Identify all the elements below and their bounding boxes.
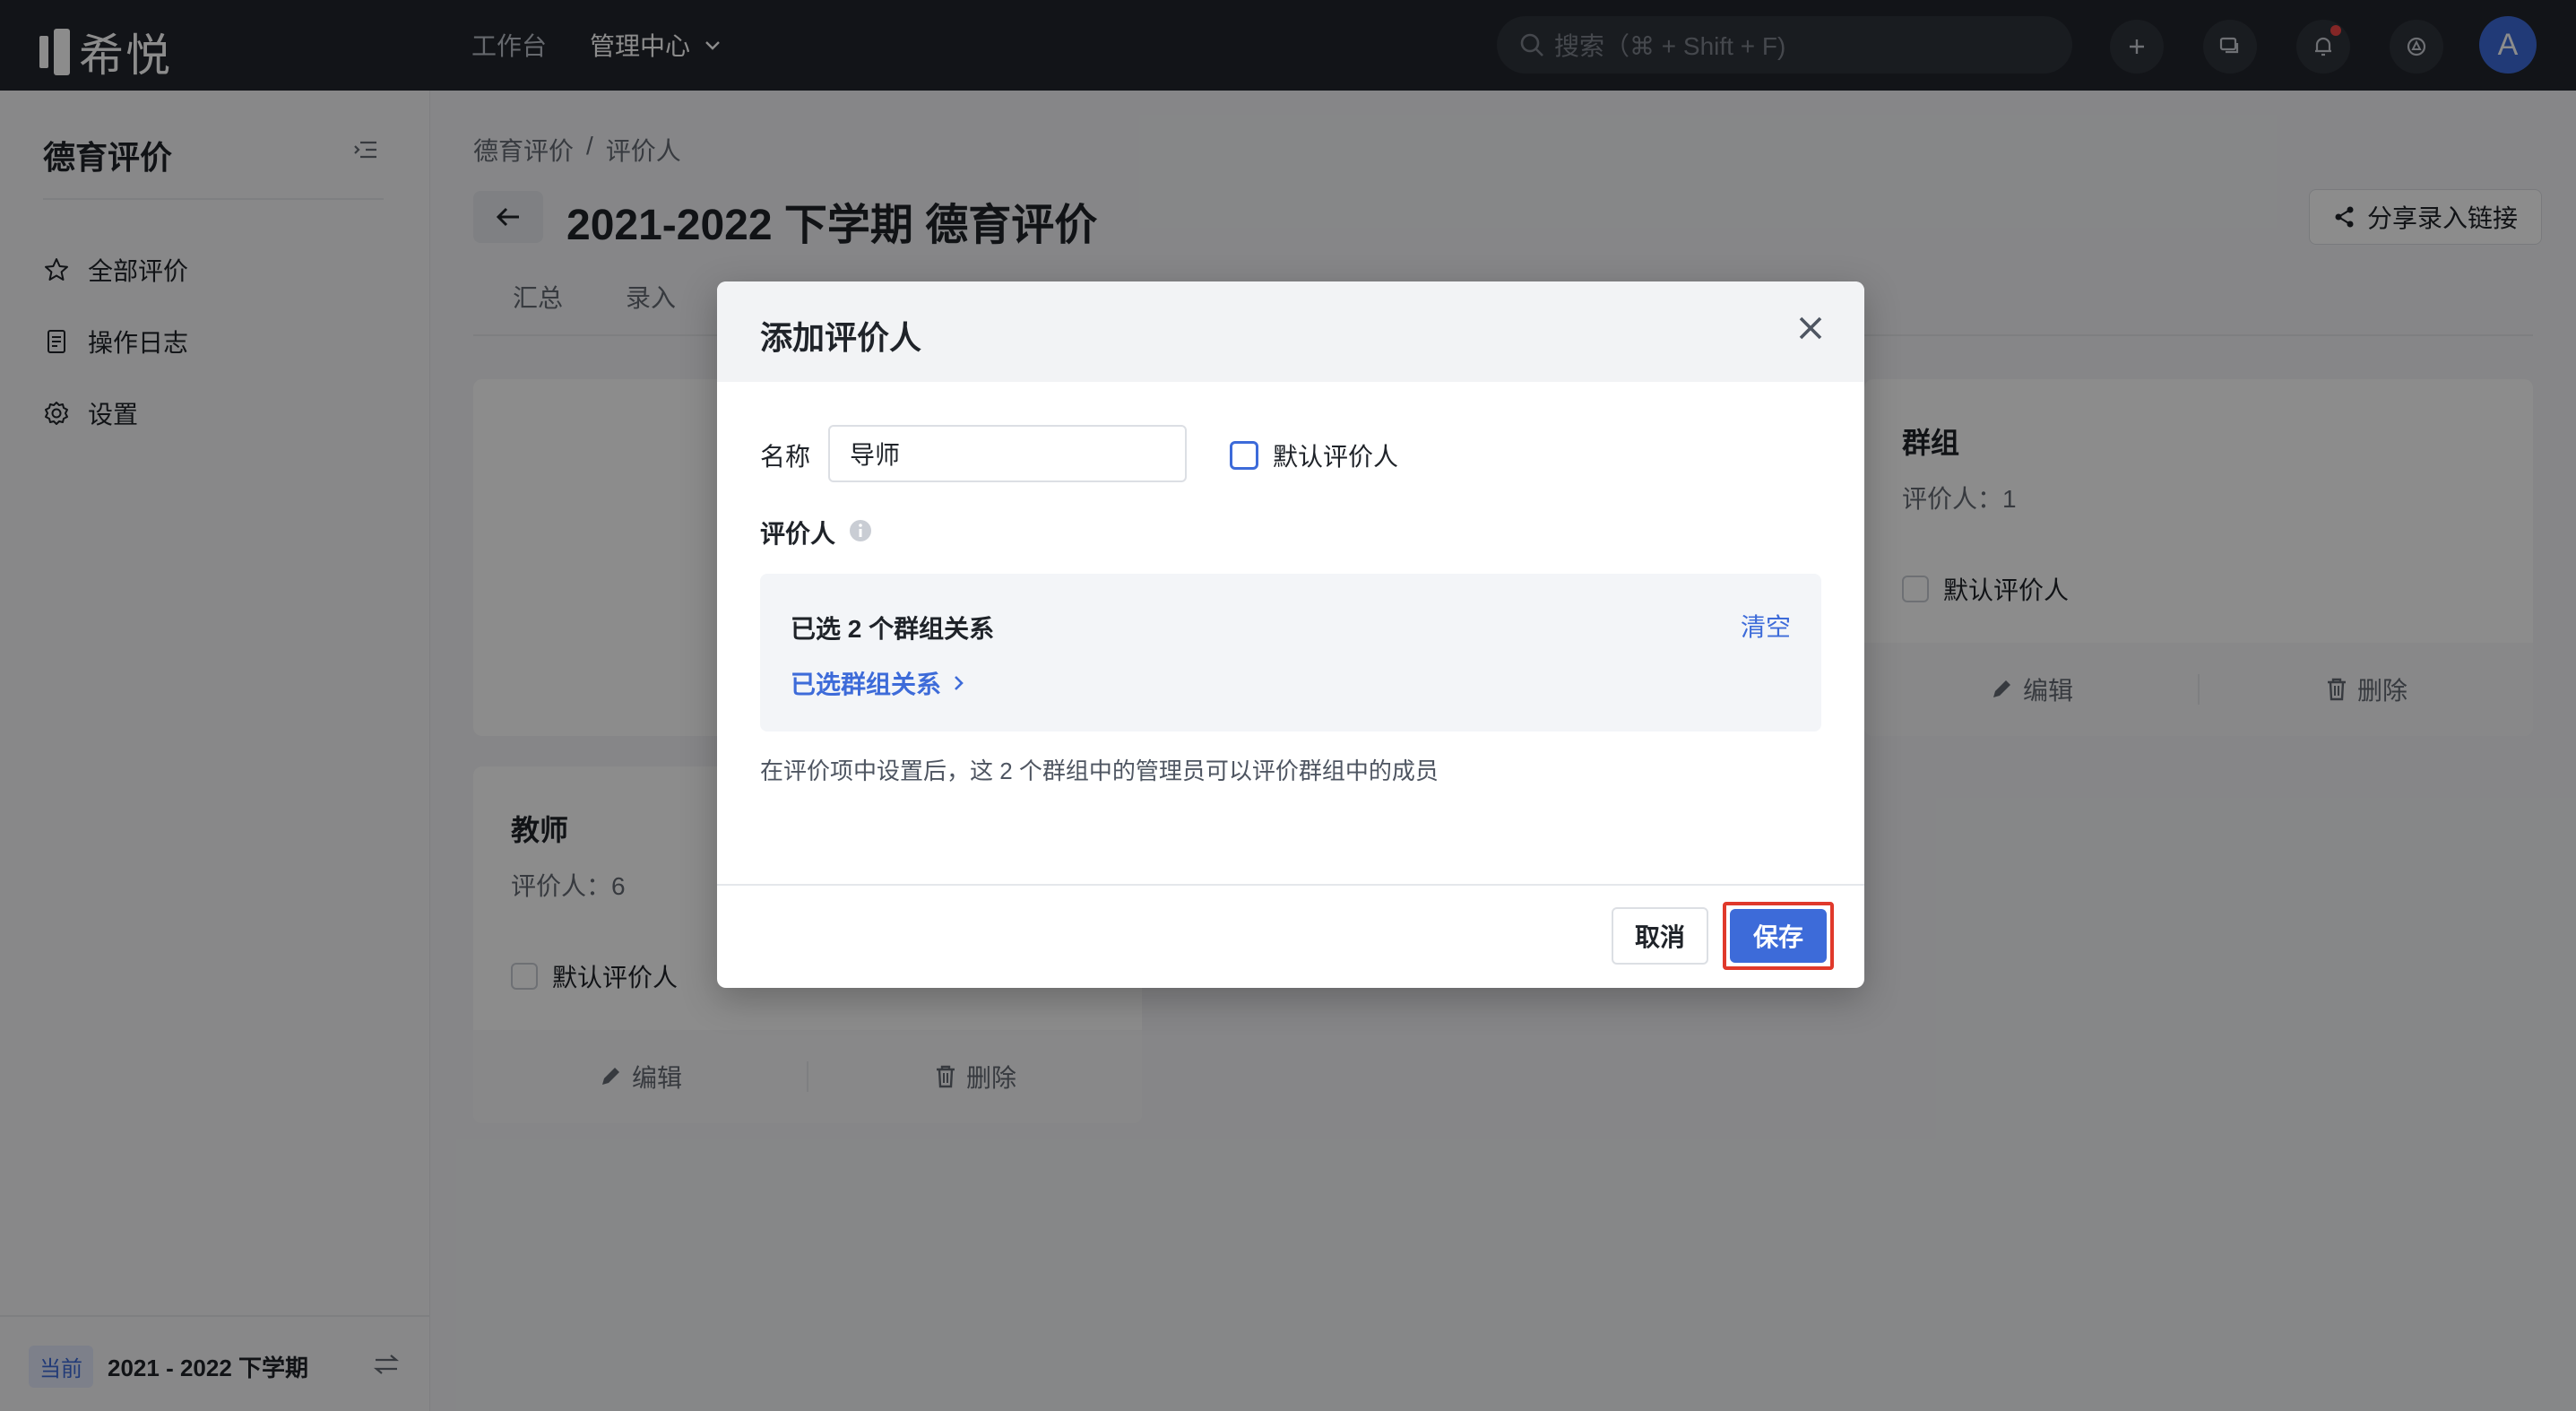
checkbox-label: 默认评价人 [1273,443,1399,471]
checkbox-box [1230,441,1258,470]
hint-text: 在评价项中设置后，这 2 个群组中的管理员可以评价群组中的成员 [760,757,1439,784]
selected-groups-link-label: 已选群组关系 [791,671,942,698]
selected-count: 已选 2 个群组关系 [791,615,995,643]
close-button[interactable] [1796,314,1825,347]
default-evaluator-checkbox[interactable]: 默认评价人 [1230,437,1398,473]
info-icon[interactable] [848,518,873,548]
name-field[interactable] [828,425,1187,482]
selected-groups-link[interactable]: 已选群组关系 [791,665,966,701]
add-evaluator-dialog: 添加评价人 名称 默认评价人 评价人 已选 2 个群组关系 清空 已选群组关系 … [717,281,1864,988]
save-button-highlight: 保存 [1723,902,1834,970]
evaluator-label: 评价人 [760,520,836,548]
dialog-title: 添加评价人 [760,319,922,356]
clear-button[interactable]: 清空 [1741,608,1791,644]
save-button[interactable]: 保存 [1730,909,1827,963]
name-label: 名称 [760,443,811,471]
chevron-right-icon [955,676,964,690]
dialog-header: 添加评价人 [717,281,1864,382]
selected-groups-panel: 已选 2 个群组关系 清空 已选群组关系 [760,574,1821,731]
dialog-footer-divider [717,884,1864,886]
close-icon [1799,316,1822,340]
cancel-button[interactable]: 取消 [1612,907,1708,965]
